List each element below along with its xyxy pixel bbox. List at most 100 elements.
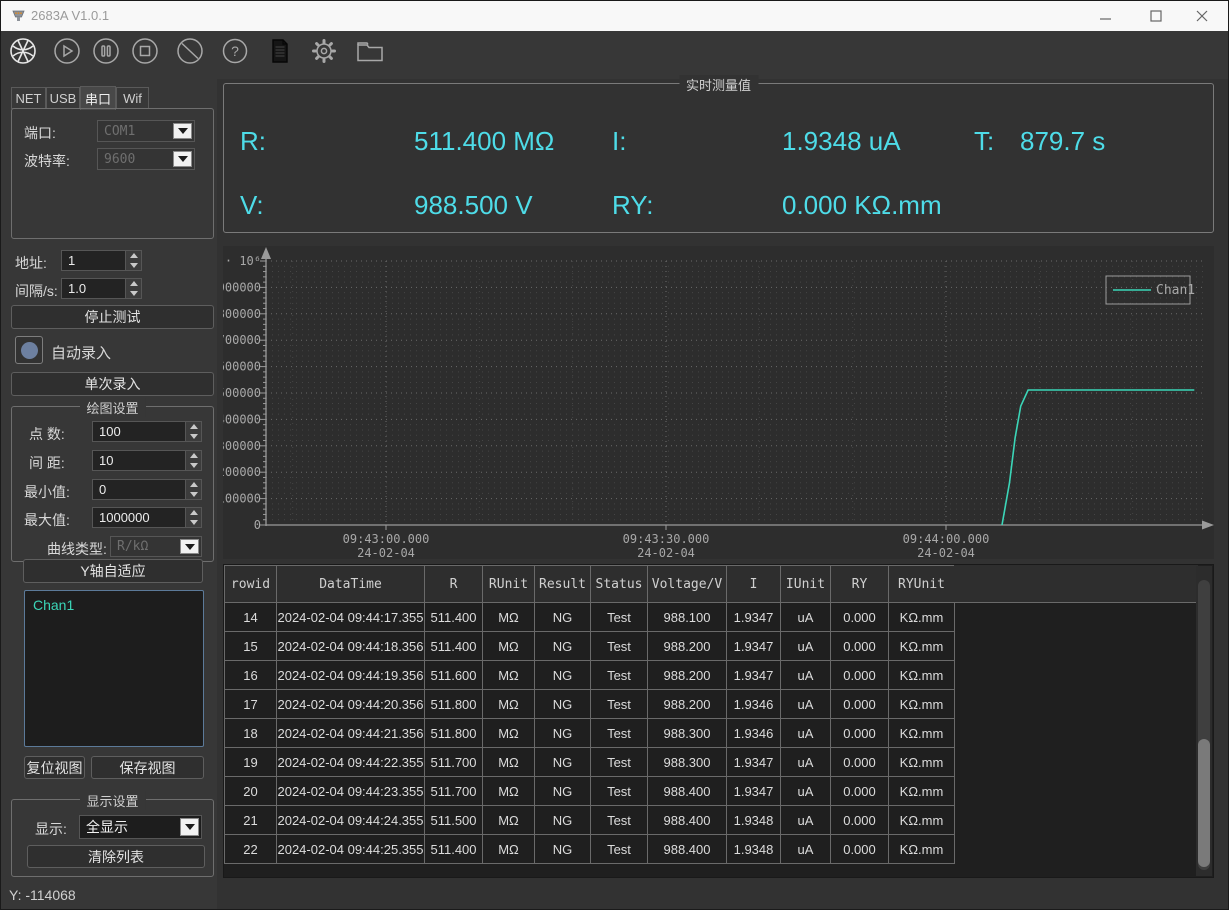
table-cell[interactable]: 2024-02-04 09:44:17.355 [277,603,425,632]
table-cell[interactable]: 0.000 [831,661,889,690]
table-cell[interactable]: 988.400 [648,777,727,806]
tab-usb[interactable]: USB [46,87,80,109]
gap-down-icon[interactable] [186,461,201,471]
clear-list-button[interactable]: 清除列表 [27,845,205,868]
table-cell[interactable]: 1.9347 [727,603,781,632]
table-cell[interactable]: 0.000 [831,835,889,864]
column-header[interactable]: RUnit [483,566,535,603]
table-cell[interactable]: KΩ.mm [889,806,955,835]
table-cell[interactable]: NG [535,661,591,690]
table-cell[interactable]: Test [591,719,648,748]
table-scrollbar[interactable] [1196,566,1212,876]
table-cell[interactable]: 511.500 [425,806,483,835]
table-row[interactable]: 202024-02-04 09:44:23.355511.700MΩNGTest… [225,777,955,806]
table-cell[interactable]: MΩ [483,777,535,806]
display-select[interactable]: 全显示 [79,815,202,839]
table-cell[interactable]: uA [781,719,831,748]
address-stepper[interactable]: 1 [61,250,142,271]
table-cell[interactable]: Test [591,632,648,661]
column-header[interactable]: R [425,566,483,603]
table-cell[interactable]: 0.000 [831,748,889,777]
table-cell[interactable]: MΩ [483,719,535,748]
table-cell[interactable]: Test [591,603,648,632]
points-stepper[interactable]: 100 [92,421,202,442]
min-down-icon[interactable] [186,490,201,500]
settings-icon[interactable] [310,37,338,65]
table-cell[interactable]: 511.600 [425,661,483,690]
y-autofit-button[interactable]: Y轴自适应 [23,559,203,583]
table-cell[interactable]: uA [781,806,831,835]
table-cell[interactable]: 988.200 [648,661,727,690]
column-header[interactable]: DataTime [277,566,425,603]
minimize-button[interactable] [1089,1,1123,31]
max-down-icon[interactable] [186,518,201,528]
table-cell[interactable]: NG [535,806,591,835]
stop-icon[interactable] [131,37,159,65]
table-cell[interactable]: 988.400 [648,835,727,864]
cancel-icon[interactable] [176,37,204,65]
table-cell[interactable]: NG [535,748,591,777]
address-up-icon[interactable] [126,251,141,261]
column-header[interactable]: I [727,566,781,603]
max-stepper[interactable]: 1000000 [92,507,202,528]
port-select[interactable]: COM1 [97,120,195,142]
table-cell[interactable]: uA [781,661,831,690]
close-button[interactable] [1185,1,1219,31]
table-cell[interactable]: MΩ [483,748,535,777]
auto-record-radio[interactable] [15,336,43,364]
start-icon[interactable] [53,37,81,65]
table-cell[interactable]: NG [535,603,591,632]
table-cell[interactable]: 0.000 [831,690,889,719]
chart[interactable]: 1 · 10⁶900000800000700000600000500000400… [223,246,1214,559]
address-down-icon[interactable] [126,261,141,271]
column-header[interactable]: Result [535,566,591,603]
table-cell[interactable]: Test [591,777,648,806]
table-cell[interactable]: 2024-02-04 09:44:25.355 [277,835,425,864]
table-cell[interactable]: MΩ [483,835,535,864]
table-cell[interactable]: 511.400 [425,603,483,632]
interval-stepper[interactable]: 1.0 [61,278,142,299]
table-row[interactable]: 172024-02-04 09:44:20.356511.800MΩNGTest… [225,690,955,719]
open-file-icon[interactable] [355,37,383,65]
table-cell[interactable]: KΩ.mm [889,690,955,719]
table-cell[interactable]: Test [591,661,648,690]
table-cell[interactable]: MΩ [483,603,535,632]
max-up-icon[interactable] [186,508,201,518]
baud-select[interactable]: 9600 [97,148,195,170]
column-header[interactable]: Voltage/V [648,566,727,603]
table-row[interactable]: 222024-02-04 09:44:25.355511.400MΩNGTest… [225,835,955,864]
baud-dropdown-arrow-icon[interactable] [173,151,192,167]
table-row[interactable]: 212024-02-04 09:44:24.355511.500MΩNGTest… [225,806,955,835]
column-header[interactable]: RY [831,566,889,603]
stop-test-button[interactable]: 停止测试 [11,305,214,329]
channel-list[interactable]: Chan1 [24,590,204,747]
table-cell[interactable]: Test [591,806,648,835]
table-cell[interactable]: 0.000 [831,806,889,835]
table-cell[interactable]: 0.000 [831,632,889,661]
channel-list-item[interactable]: Chan1 [25,591,203,613]
tab-net[interactable]: NET [11,87,46,109]
table-cell[interactable]: NG [535,777,591,806]
table-cell[interactable]: 511.400 [425,835,483,864]
table-cell[interactable]: 17 [225,690,277,719]
table-cell[interactable]: 0.000 [831,603,889,632]
table-cell[interactable]: 16 [225,661,277,690]
column-header[interactable]: rowid [225,566,277,603]
table-cell[interactable]: 20 [225,777,277,806]
table-cell[interactable]: Test [591,690,648,719]
table-cell[interactable]: 15 [225,632,277,661]
table-cell[interactable]: 1.9348 [727,806,781,835]
curve-type-dropdown-arrow-icon[interactable] [180,539,199,554]
table-cell[interactable]: 988.300 [648,748,727,777]
table-cell[interactable]: 2024-02-04 09:44:20.356 [277,690,425,719]
table-cell[interactable]: uA [781,632,831,661]
table-cell[interactable]: KΩ.mm [889,661,955,690]
table-cell[interactable]: MΩ [483,690,535,719]
table-cell[interactable]: 2024-02-04 09:44:22.355 [277,748,425,777]
maximize-button[interactable] [1139,1,1173,31]
table-cell[interactable]: MΩ [483,632,535,661]
pause-icon[interactable] [92,37,120,65]
table-cell[interactable]: NG [535,835,591,864]
tab-serial[interactable]: 串口 [80,86,116,110]
min-stepper[interactable]: 0 [92,479,202,500]
